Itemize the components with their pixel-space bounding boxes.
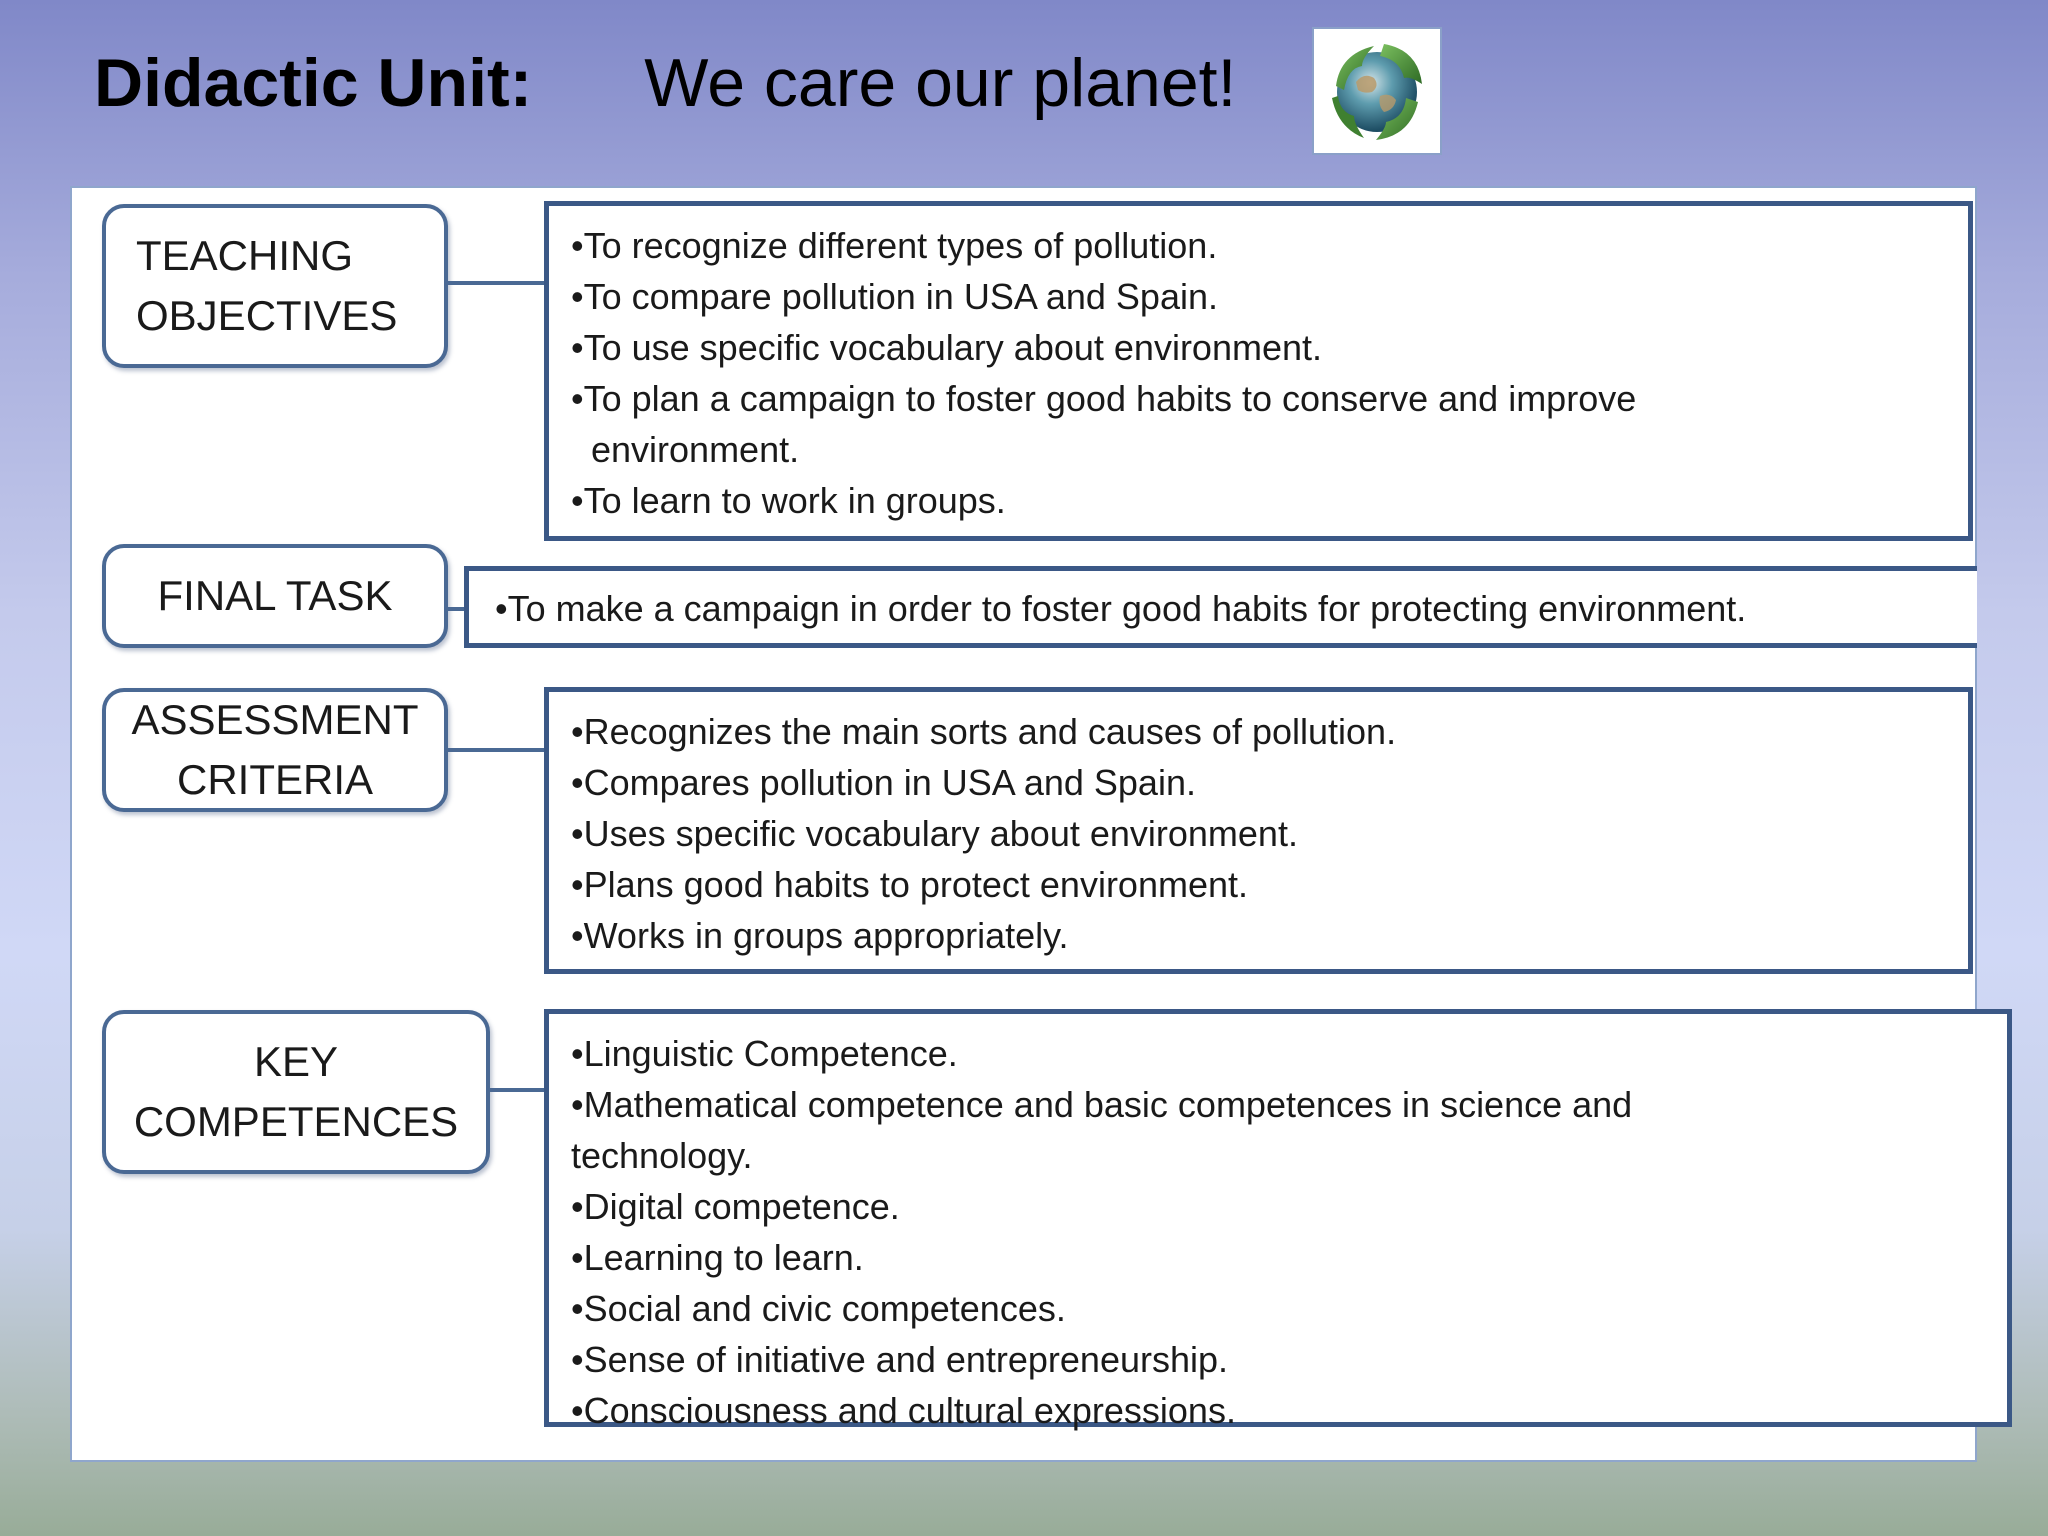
list-item: •To learn to work in groups. — [571, 480, 1006, 521]
key-competences-list: •Linguistic Competence. •Mathematical co… — [571, 1028, 2007, 1436]
globe-graphic — [1332, 44, 1422, 140]
title-label: Didactic Unit: — [94, 45, 533, 121]
recycling-globe-icon — [1312, 27, 1442, 155]
list-item: •Plans good habits to protect environmen… — [571, 864, 1249, 905]
list-item: •Learning to learn. — [571, 1237, 864, 1278]
teaching-objectives-label: TEACHING OBJECTIVES — [102, 204, 448, 368]
list-item: •To use specific vocabulary about enviro… — [571, 327, 1323, 368]
list-item: •Compares pollution in USA and Spain. — [571, 762, 1196, 803]
list-item: •Mathematical competence and basic compe… — [571, 1084, 1633, 1176]
slide-title: Didactic Unit: We care our planet! — [94, 38, 1236, 128]
key-competences-label: KEY COMPETENCES — [102, 1010, 490, 1174]
assessment-criteria-label: ASSESSMENT CRITERIA — [102, 688, 448, 812]
list-item: •Linguistic Competence. — [571, 1033, 958, 1074]
list-item: •To make a campaign in order to foster g… — [495, 588, 1747, 629]
final-task-label: FINAL TASK — [102, 544, 448, 648]
list-item: •Social and civic competences. — [571, 1288, 1066, 1329]
assessment-criteria-label-text: ASSESSMENT CRITERIA — [131, 696, 419, 803]
assessment-criteria-list: •Recognizes the main sorts and causes of… — [571, 706, 1968, 961]
teaching-objectives-box: •To recognize different types of polluti… — [544, 201, 1973, 541]
list-item: •Sense of initiative and entrepreneurshi… — [571, 1339, 1229, 1380]
list-item: •To recognize different types of polluti… — [571, 225, 1218, 266]
list-item: •Works in groups appropriately. — [571, 915, 1069, 956]
title-text: We care our planet! — [644, 45, 1237, 121]
teaching-objectives-label-text: TEACHING OBJECTIVES — [136, 232, 398, 339]
key-competences-label-text: KEY COMPETENCES — [133, 1038, 459, 1145]
assessment-criteria-box: •Recognizes the main sorts and causes of… — [544, 687, 1973, 974]
final-task-label-text: FINAL TASK — [157, 572, 393, 619]
list-item: •Digital competence. — [571, 1186, 900, 1227]
list-item: •To compare pollution in USA and Spain. — [571, 276, 1218, 317]
content-panel: TEACHING OBJECTIVES •To recognize differ… — [70, 186, 2012, 1462]
list-item: •Consciousness and cultural expressions. — [571, 1390, 1236, 1431]
key-competences-box: •Linguistic Competence. •Mathematical co… — [544, 1009, 2012, 1431]
list-item: •Uses specific vocabulary about environm… — [571, 813, 1298, 854]
list-item: •Recognizes the main sorts and causes of… — [571, 711, 1397, 752]
teaching-objectives-list: •To recognize different types of polluti… — [571, 220, 1968, 526]
final-task-list: •To make a campaign in order to foster g… — [495, 583, 1977, 634]
list-item: •To plan a campaign to foster good habit… — [571, 378, 1637, 470]
final-task-box: •To make a campaign in order to foster g… — [464, 566, 1977, 648]
